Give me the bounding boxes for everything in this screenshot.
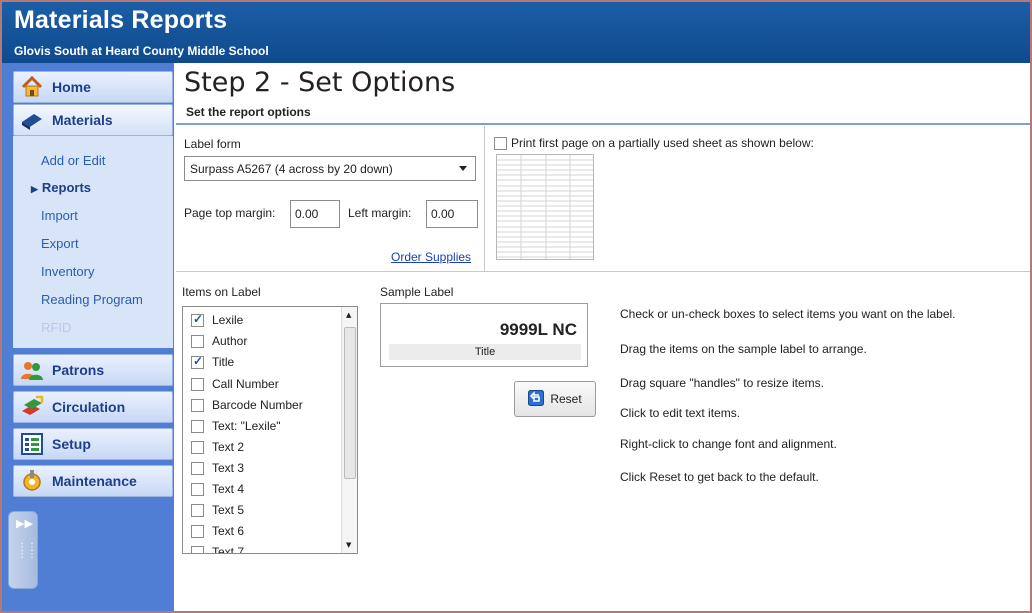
window-frame: [0, 0, 1032, 613]
